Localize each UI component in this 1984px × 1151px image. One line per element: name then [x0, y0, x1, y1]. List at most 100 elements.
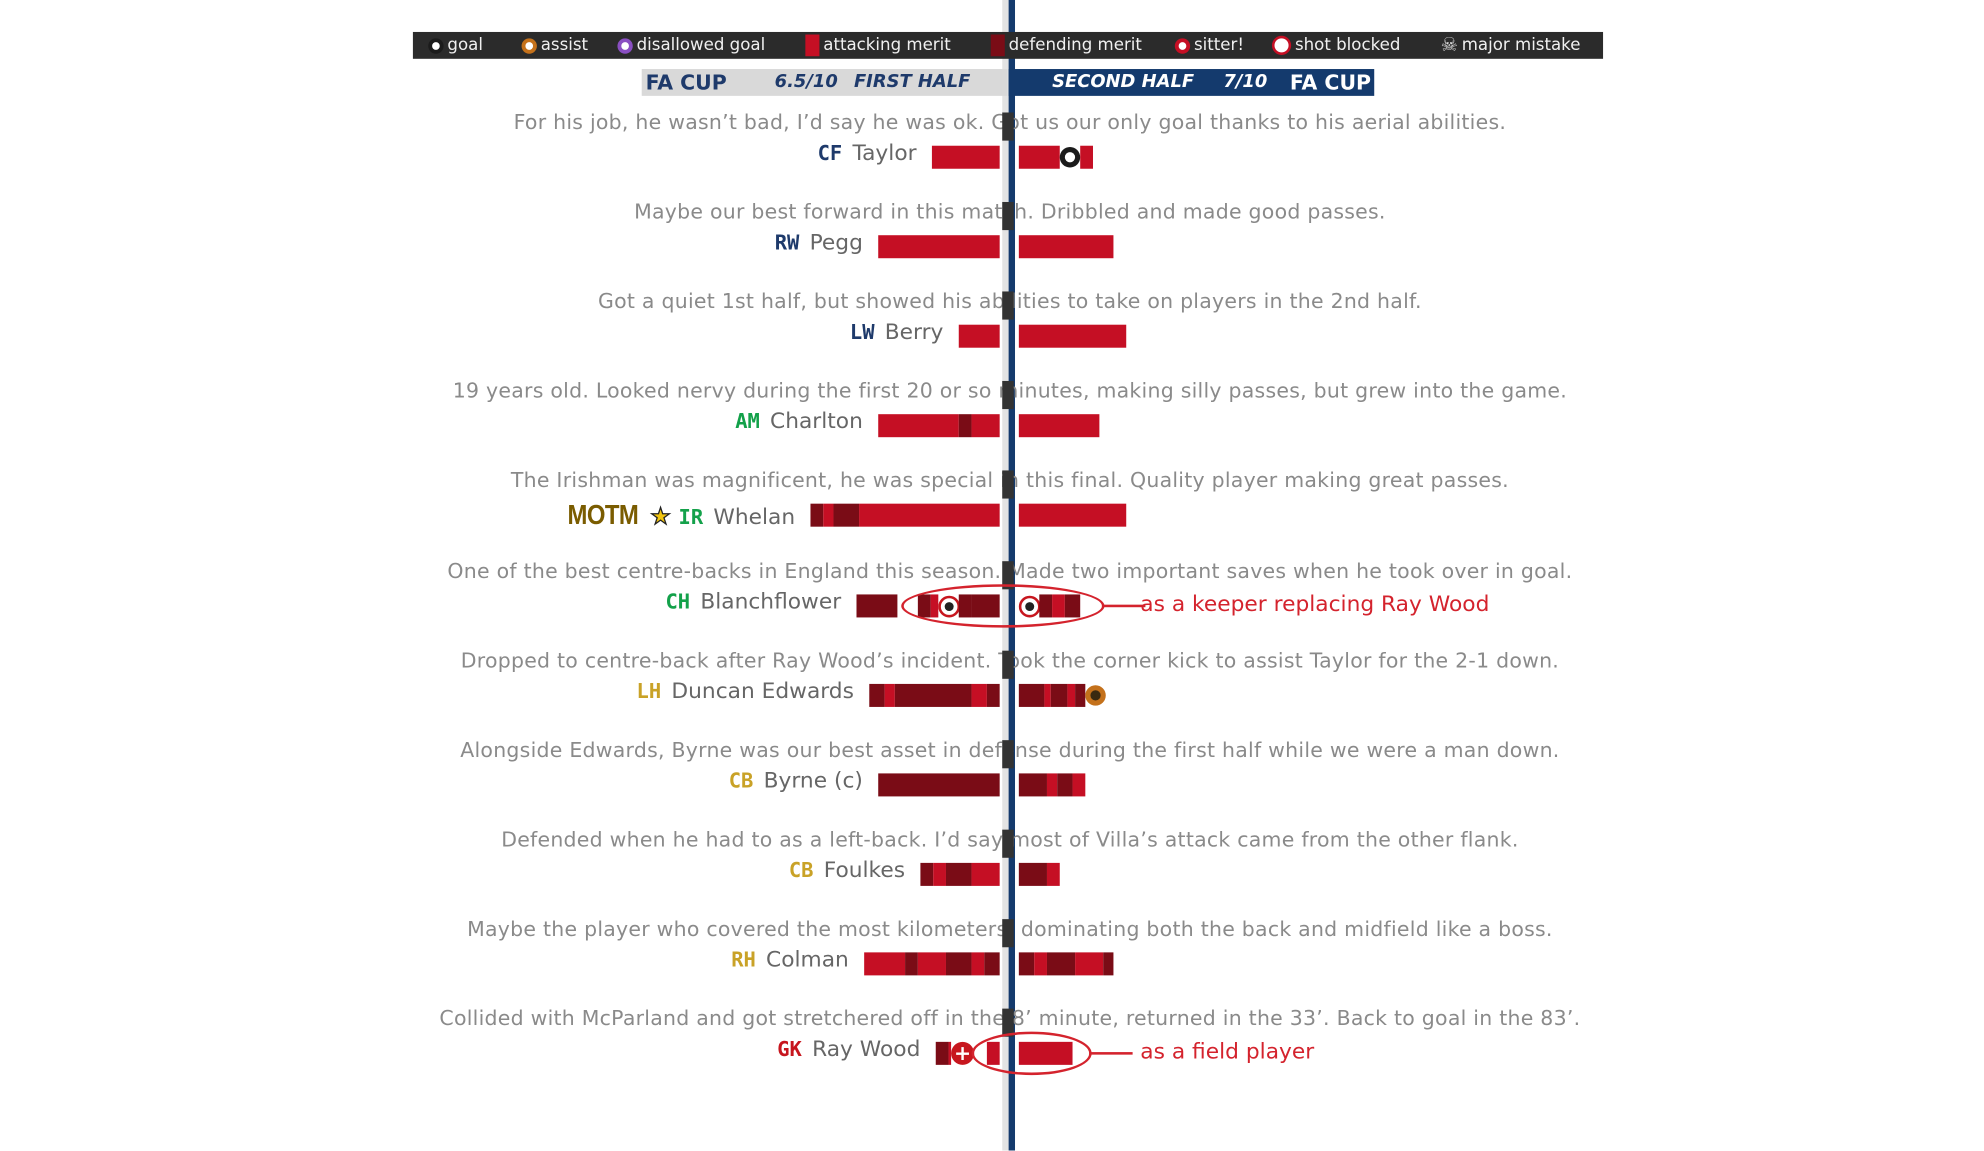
defending-merit-segment [878, 773, 1000, 797]
defending-merit-segment [986, 683, 1000, 707]
attacking-merit-segment [878, 414, 959, 438]
legend-label: sitter! [1193, 35, 1245, 55]
player-comment: 19 years old. Looked nervy during the fi… [452, 378, 1568, 404]
legend-item-assist: assist [521, 32, 589, 59]
attacking-merit-segment [1018, 145, 1060, 169]
attacking-merit-segment [1034, 952, 1047, 976]
first-half-rating: 6.5/10 [774, 71, 838, 93]
player-position: CH [665, 588, 691, 613]
attacking-merit-segment [917, 952, 946, 976]
legend-item-major-mistake: ☠ major mistake [1441, 32, 1581, 59]
defending-merit-segment [1050, 683, 1068, 707]
player-position: CB [788, 857, 814, 882]
defending-merit-segment [1018, 773, 1047, 797]
attacking-merit-segment [859, 504, 1000, 528]
defending-merit-segment [905, 952, 918, 976]
player-comment: The Irishman was magnificent, he was spe… [510, 468, 1509, 493]
legend-label: major mistake [1461, 35, 1581, 55]
player-name: Charlton [770, 409, 863, 436]
first-half-competition: FA CUP [645, 70, 727, 95]
player-comment: Alongside Edwards, Byrne was our best as… [460, 737, 1560, 762]
player-name-label: LW Berry [850, 320, 943, 346]
legend-item-sitter: sitter! [1174, 32, 1245, 59]
defending-merit-segment [945, 862, 972, 886]
axis-tick [1002, 381, 1014, 410]
player-comment: Defended when he had to as a left-back. … [501, 826, 1519, 852]
player-position: CF [817, 140, 843, 165]
defending-merit-segment [945, 952, 972, 976]
legend-label: defending merit [1008, 35, 1142, 55]
legend-label: attacking merit [823, 35, 951, 55]
legend-item-attacking-merit: attacking merit [805, 32, 951, 59]
defending-merit-segment [856, 593, 898, 617]
attacking-merit-segment [1046, 862, 1060, 886]
player-name-label: CF Taylor [818, 141, 917, 167]
defending-merit-segment [810, 504, 824, 528]
attacking-merit-segment [1018, 414, 1100, 438]
axis-tick [1002, 918, 1014, 948]
player-position: GK [777, 1036, 802, 1062]
axis-tick [1002, 112, 1014, 141]
attacking-merit-segment [1046, 773, 1058, 797]
axis-tick [1002, 739, 1014, 768]
goal-icon [1059, 147, 1081, 168]
attacking-merit-segment [1075, 952, 1104, 976]
motm-badge: MOTM [567, 499, 639, 532]
player-name: Duncan Edwards [671, 678, 854, 704]
player-comment: One of the best centre-backs in England … [447, 557, 1573, 583]
legend-item-defending-merit: defending merit [990, 32, 1142, 59]
player-name-label: CB Foulkes [789, 858, 905, 884]
defending-merit-segment [1018, 683, 1045, 707]
legend-item-shot-blocked: shot blocked [1271, 32, 1401, 59]
attacking-merit-swatch [805, 34, 820, 57]
defending-merit-segment [920, 862, 934, 886]
player-name: Berry [884, 319, 944, 346]
attacking-merit-segment [884, 683, 895, 707]
defending-merit-swatch [990, 34, 1005, 57]
attacking-merit-segment [823, 504, 834, 528]
player-comment: Collided with McParland and got stretche… [439, 1006, 1581, 1031]
first-half-title: FIRST HALF [853, 71, 971, 93]
legend-item-disallowed-goal: disallowed goal [617, 32, 765, 59]
legend-bar: goal assist disallowed goal attacking merit… [412, 31, 1604, 59]
assist-icon [521, 37, 537, 54]
player-position: LW [849, 319, 875, 345]
attacking-merit-segment [971, 862, 1000, 886]
axis-tick [1002, 291, 1014, 320]
player-name: Blanchflower [700, 588, 842, 615]
defending-merit-segment [1018, 862, 1047, 886]
player-name-label: MOTM ★ IR Whelan [562, 499, 795, 532]
attacking-merit-segment [958, 324, 1000, 348]
player-name: Colman [766, 947, 849, 973]
attacking-merit-segment [1018, 324, 1127, 348]
legend-label: goal [447, 35, 483, 55]
player-comment: Maybe the player who covered the most ki… [467, 916, 1553, 941]
defending-merit-segment [984, 952, 1000, 976]
player-position: AM [735, 409, 760, 434]
shot-blocked-icon [1271, 35, 1292, 55]
attacking-merit-segment [933, 862, 946, 886]
axis-tick [1002, 650, 1014, 679]
second-half-title: SECOND HALF [1052, 71, 1195, 93]
sitter-icon [1174, 37, 1191, 54]
attacking-merit-segment [1080, 145, 1093, 169]
player-name: Taylor [852, 140, 917, 167]
player-position: IR [678, 505, 704, 530]
star-icon: ★ [650, 504, 672, 532]
player-position: LH [636, 678, 662, 703]
annotation-ellipse [971, 1031, 1092, 1076]
defending-merit-segment [1103, 952, 1114, 976]
player-name: Whelan [713, 505, 796, 532]
player-name: Ray Wood [812, 1036, 921, 1063]
legend-label: shot blocked [1294, 35, 1401, 55]
player-position: RH [731, 947, 756, 972]
player-position: RW [774, 230, 800, 255]
player-comment: Got a quiet 1st half, but showed his abi… [598, 289, 1422, 314]
player-position: CB [728, 767, 754, 793]
defending-merit-segment [935, 1041, 949, 1065]
legend-label: assist [540, 35, 589, 55]
defending-merit-segment [894, 683, 972, 707]
annotation-text: as a keeper replacing Ray Wood [1140, 591, 1490, 617]
second-half-competition: FA CUP [1289, 70, 1372, 95]
defending-merit-segment [958, 414, 972, 438]
